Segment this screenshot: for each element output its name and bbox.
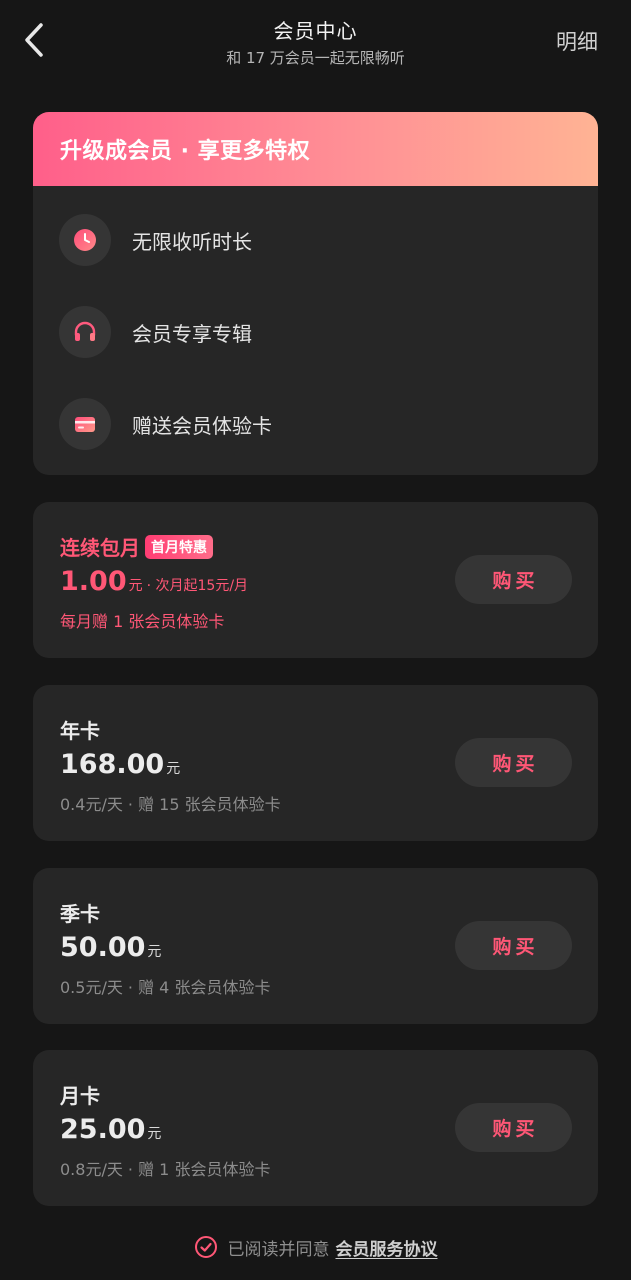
plan-title-row: 月卡 bbox=[60, 1080, 100, 1109]
plan-price: 25.00 bbox=[60, 1114, 146, 1145]
price-unit: 元 bbox=[128, 578, 143, 594]
plan-name: 连续包月 bbox=[60, 536, 140, 560]
plan-name: 年卡 bbox=[60, 719, 100, 743]
plan-price: 1.00 bbox=[60, 566, 127, 597]
plan-price-row: 1.00 元 · 次月起15元/月 bbox=[60, 566, 248, 597]
plan-price-row: 50.00 元 bbox=[60, 932, 161, 963]
plan-title-row: 年卡 bbox=[60, 715, 100, 744]
benefit-item-trial-card: 赠送会员体验卡 bbox=[59, 398, 272, 450]
agreement-row: 已阅读并同意 会员服务协议 bbox=[0, 1232, 631, 1262]
card-icon bbox=[59, 398, 111, 450]
price-note: · 次月起15元/月 bbox=[146, 578, 249, 594]
benefit-item-unlimited-listening: 无限收听时长 bbox=[59, 214, 252, 266]
plan-card-monthly[interactable]: 月卡 25.00 元 0.8元/天 · 赠 1 张会员体验卡 购买 bbox=[33, 1050, 598, 1206]
plan-name: 季卡 bbox=[60, 902, 100, 926]
plan-card-continuous-monthly[interactable]: 连续包月 首月特惠 1.00 元 · 次月起15元/月 每月赠 1 张会员体验卡… bbox=[33, 502, 598, 658]
plan-price: 50.00 bbox=[60, 932, 146, 963]
benefit-item-exclusive-albums: 会员专享专辑 bbox=[59, 306, 252, 358]
plan-title-row: 季卡 bbox=[60, 898, 100, 927]
price-unit: 元 bbox=[166, 761, 181, 777]
buy-button[interactable]: 购买 bbox=[455, 555, 572, 604]
plan-description: 0.5元/天 · 赠 4 张会员体验卡 bbox=[60, 978, 271, 997]
agree-checkbox[interactable] bbox=[194, 1235, 218, 1259]
plan-name: 月卡 bbox=[60, 1084, 100, 1108]
benefit-label: 会员专享专辑 bbox=[132, 321, 252, 346]
top-bar: 会员中心 和 17 万会员一起无限畅听 明细 bbox=[0, 0, 631, 84]
plan-description: 0.8元/天 · 赠 1 张会员体验卡 bbox=[60, 1160, 271, 1179]
plan-description: 每月赠 1 张会员体验卡 bbox=[60, 612, 225, 631]
headphones-icon bbox=[59, 306, 111, 358]
benefit-label: 赠送会员体验卡 bbox=[132, 413, 272, 438]
agreement-text: 已阅读并同意 bbox=[227, 1239, 330, 1260]
plan-description: 0.4元/天 · 赠 15 张会员体验卡 bbox=[60, 795, 281, 814]
plan-card-annual[interactable]: 年卡 168.00 元 0.4元/天 · 赠 15 张会员体验卡 购买 bbox=[33, 685, 598, 841]
price-unit: 元 bbox=[147, 1126, 162, 1142]
page-subtitle: 和 17 万会员一起无限畅听 bbox=[226, 49, 405, 67]
plan-card-quarterly[interactable]: 季卡 50.00 元 0.5元/天 · 赠 4 张会员体验卡 购买 bbox=[33, 868, 598, 1024]
check-circle-icon bbox=[194, 1236, 217, 1258]
benefits-heading: 升级成会员 · 享更多特权 bbox=[33, 112, 598, 186]
plan-price-row: 168.00 元 bbox=[60, 749, 180, 780]
benefits-card: 升级成会员 · 享更多特权 无限收听时长 会员专享专辑 赠送会员体验卡 bbox=[33, 112, 598, 475]
clock-icon bbox=[59, 214, 111, 266]
benefit-label: 无限收听时长 bbox=[132, 229, 252, 254]
buy-button[interactable]: 购买 bbox=[455, 738, 572, 787]
plan-title-row: 连续包月 首月特惠 bbox=[60, 532, 213, 561]
detail-link[interactable]: 明细 bbox=[556, 26, 598, 56]
service-agreement-link[interactable]: 会员服务协议 bbox=[336, 1235, 438, 1260]
page-title: 会员中心 bbox=[273, 19, 358, 43]
buy-button[interactable]: 购买 bbox=[455, 1103, 572, 1152]
plan-price: 168.00 bbox=[60, 749, 165, 780]
buy-button[interactable]: 购买 bbox=[455, 921, 572, 970]
promo-badge: 首月特惠 bbox=[145, 534, 213, 559]
price-unit: 元 bbox=[147, 944, 162, 960]
plan-price-row: 25.00 元 bbox=[60, 1114, 161, 1145]
